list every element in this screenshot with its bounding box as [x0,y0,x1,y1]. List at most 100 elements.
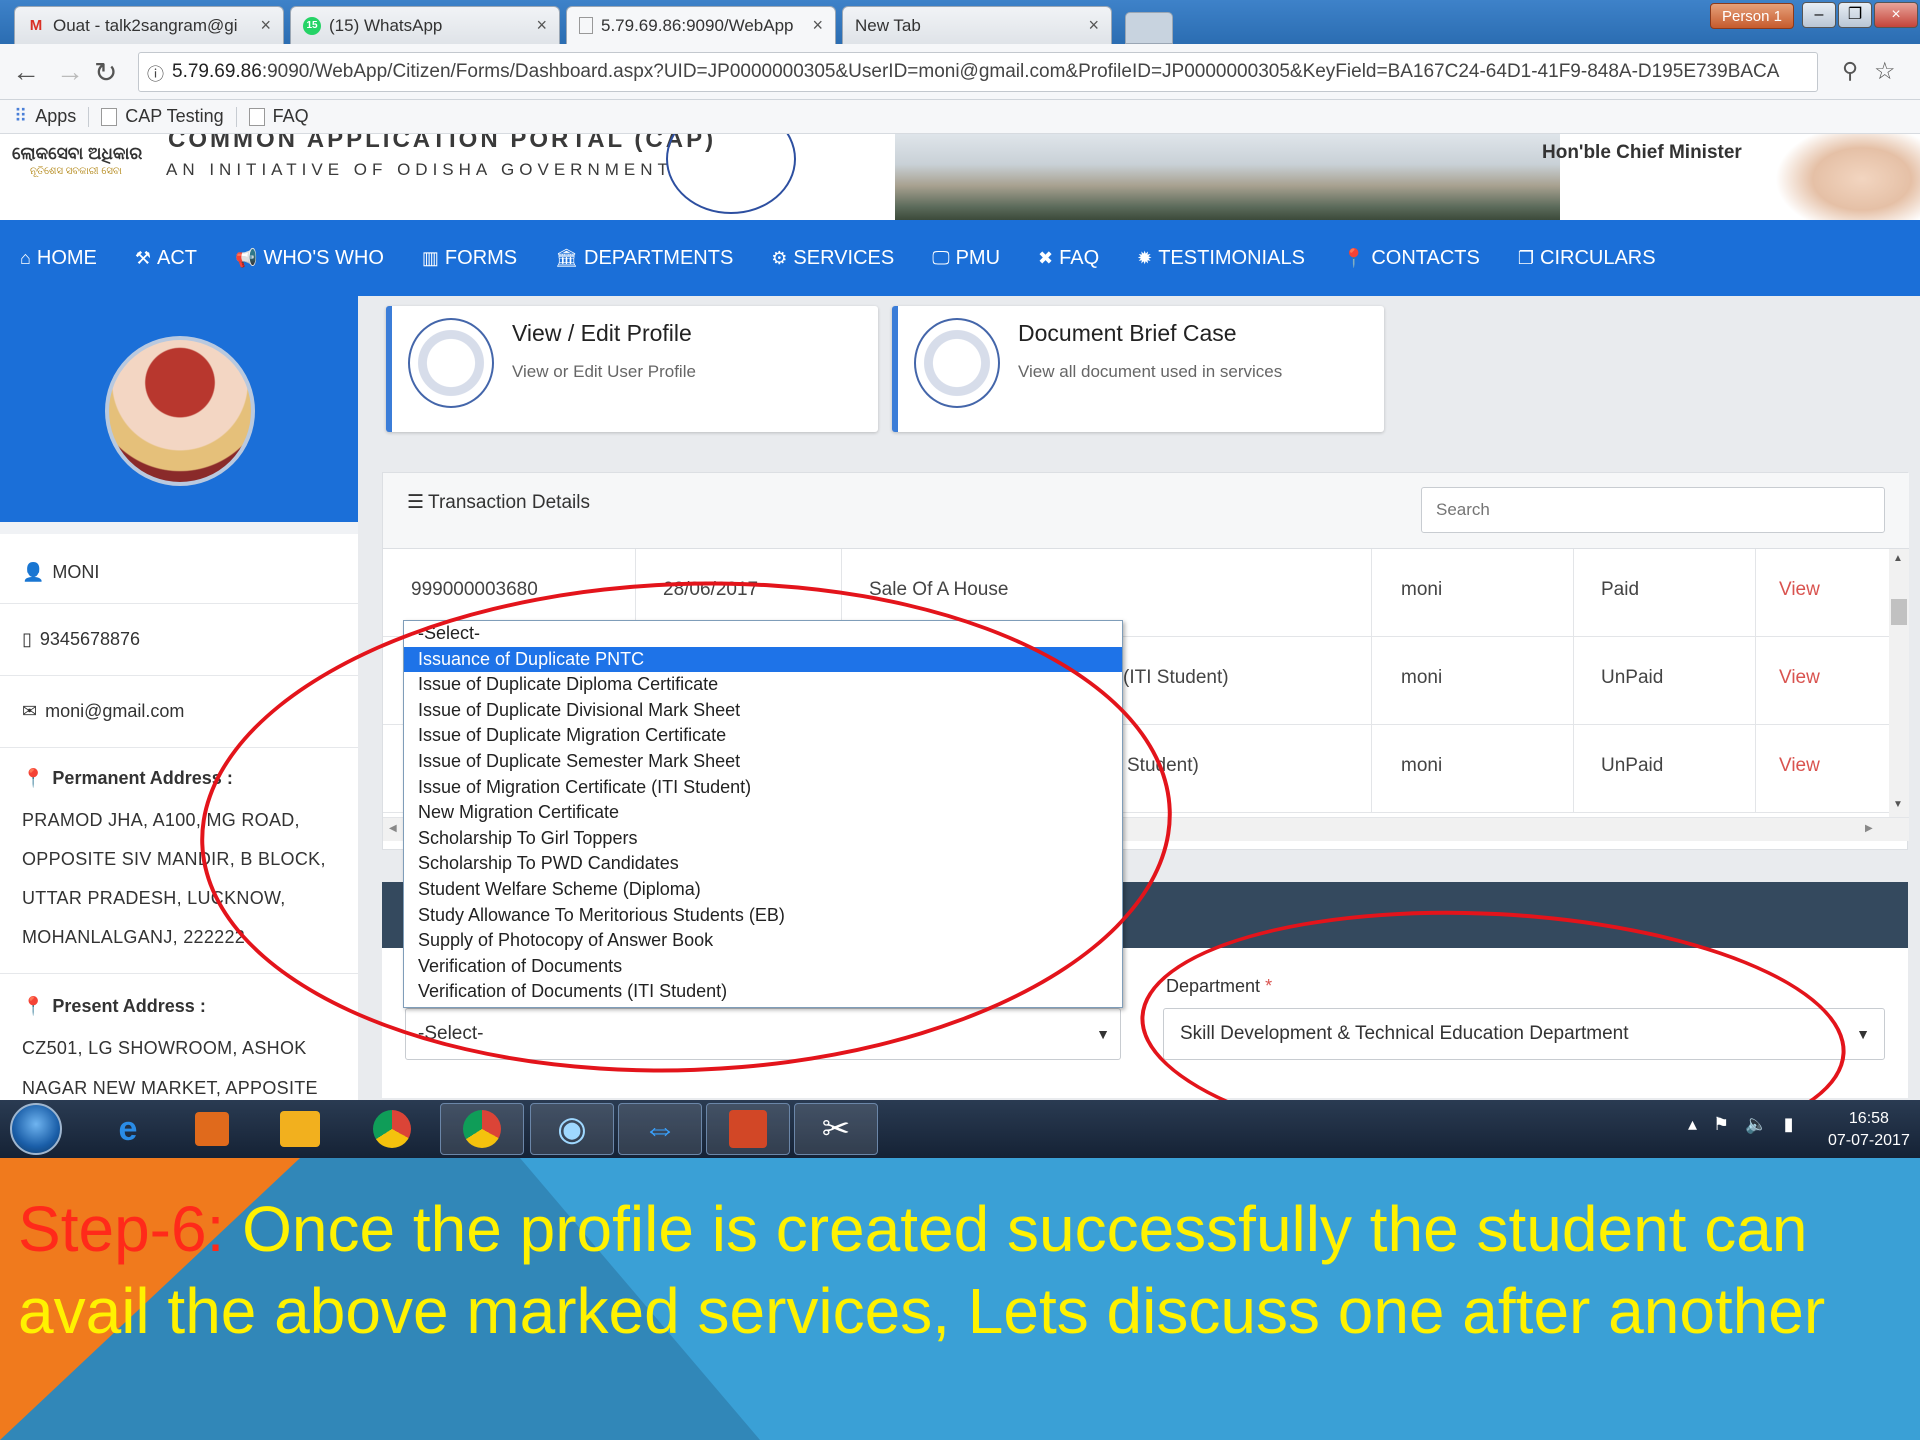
back-icon[interactable]: ← [12,56,40,88]
divider [235,106,237,127]
close-icon[interactable]: × [1088,15,1099,36]
battery-icon[interactable]: ▮ [1784,1114,1794,1135]
home-icon: ⌂ [20,247,31,268]
nav-circulars[interactable]: ❐ CIRCULARS [1518,247,1656,270]
dropdown-option[interactable]: New Migration Certificate [404,800,1122,826]
info-icon[interactable]: ⓘ [147,60,164,85]
caret-down-icon: ▼ [1856,1026,1870,1042]
media-player-icon[interactable] [170,1103,254,1155]
tab-gmail[interactable]: M Ouat - talk2sangram@gi × [14,6,284,44]
nav-departments[interactable]: 🏛 DEPARTMENTS [555,247,733,270]
odia-logo-text: ଲୋକସେବା ଅଧିକାର [12,144,143,163]
dropdown-option[interactable]: Issue of Duplicate Migration Certificate [404,723,1122,749]
dropdown-option[interactable]: Issue of Duplicate Diploma Certificate [404,672,1122,698]
close-window-icon[interactable]: × [1874,2,1918,28]
scroll-down-icon[interactable]: ▼ [1893,799,1903,810]
dropdown-option[interactable]: Issue of Duplicate Divisional Mark Sheet [404,698,1122,724]
url-field[interactable]: ⓘ 5.79.69.86:9090/WebApp/Citizen/Forms/D… [138,52,1818,92]
tools-icon: ✖ [1038,247,1054,268]
user-icon: 👤 [22,562,45,582]
star-icon[interactable]: ☆ [1874,57,1896,86]
scroll-left-icon[interactable]: ◀ [389,823,397,834]
dropdown-option[interactable]: Student Welfare Scheme (Diploma) [404,877,1122,903]
profile-button[interactable]: Person 1 [1710,3,1794,29]
extension-icon[interactable]: ⚲ [1842,58,1858,84]
bookmark-cap-testing[interactable]: CAP Testing [101,106,224,127]
forward-icon[interactable]: → [56,56,84,88]
service-select[interactable]: -Select- ▼ [405,1008,1121,1060]
minimize-icon[interactable]: – [1802,2,1836,28]
cogs-icon: ⚙ [771,247,788,268]
reload-icon[interactable]: ↻ [94,56,117,89]
tab-webapp[interactable]: 5.79.69.86:9090/WebApp × [566,6,836,44]
card-title: View / Edit Profile [512,320,692,346]
scroll-thumb[interactable] [1891,599,1907,625]
flag-icon[interactable]: ⚑ [1713,1114,1729,1135]
dropdown-option[interactable]: Issuance of Duplicate PNTC [404,646,1122,673]
view-link[interactable]: View [1779,579,1820,601]
show-hidden-icons-icon[interactable]: ▴ [1688,1114,1697,1135]
close-icon[interactable]: × [536,15,547,36]
chrome-icon[interactable] [350,1103,434,1155]
bookmark-apps[interactable]: ⠿ Apps [14,106,76,127]
outlook-icon[interactable] [258,1103,342,1155]
dropdown-option[interactable]: -Select- [404,621,1122,647]
card-title: Document Brief Case [1018,320,1237,346]
close-icon[interactable]: × [812,15,823,36]
tab-newtab[interactable]: New Tab × [842,6,1112,44]
bookmarks-bar: ⠿ Apps CAP Testing FAQ [0,100,1920,134]
nav-services[interactable]: ⚙ SERVICES [771,247,894,270]
teamviewer-icon[interactable]: ⇔ [618,1103,702,1155]
view-link[interactable]: View [1779,755,1820,777]
view-edit-profile-card[interactable]: View / Edit Profile View or Edit User Pr… [386,306,878,432]
nav-act[interactable]: ⚒ ACT [135,247,197,270]
view-link[interactable]: View [1779,667,1820,689]
system-clock[interactable]: 16:58 07-07-2017 [1828,1108,1910,1152]
dropdown-option[interactable]: Supply of Photocopy of Answer Book [404,928,1122,954]
tab-title: New Tab [855,15,921,35]
department-select[interactable]: Skill Development & Technical Education … [1163,1008,1885,1060]
new-tab-button[interactable] [1125,12,1173,44]
volume-icon[interactable]: 🔈 [1745,1114,1767,1135]
document-brief-case-card[interactable]: Document Brief Case View all document us… [892,306,1384,432]
envelope-icon: ✉ [22,701,38,721]
wifi-app-icon[interactable]: ◉ [530,1103,614,1155]
transaction-title: ☰ Transaction Details [407,491,590,514]
dropdown-option[interactable]: Issue of Migration Certificate (ITI Stud… [404,775,1122,801]
tab-whatsapp[interactable]: 15 (15) WhatsApp × [290,6,560,44]
whatsapp-icon: 15 [303,16,321,35]
map-marker-icon: 📍 [22,768,45,788]
chrome-window-icon[interactable] [440,1103,524,1155]
address-line: NAGAR NEW MARKET, APPOSITE [22,1078,318,1098]
bullhorn-icon: 📢 [235,247,258,268]
nav-testimonials[interactable]: ✹ TESTIMONIALS [1137,247,1305,270]
dropdown-option[interactable]: Verification of Documents [404,954,1122,980]
nav-forms[interactable]: ▥ FORMS [422,247,517,270]
restore-icon[interactable]: ❐ [1838,2,1872,28]
dropdown-option[interactable]: Issue of Duplicate Semester Mark Sheet [404,749,1122,775]
chief-minister-label: Hon'ble Chief Minister [1542,142,1742,163]
start-button[interactable] [10,1103,62,1155]
nav-contacts[interactable]: 📍 CONTACTS [1343,247,1480,270]
search-input[interactable] [1421,487,1885,533]
dropdown-option[interactable]: Scholarship To PWD Candidates [404,851,1122,877]
profile-phone-row: ▯ 9345678876 [0,604,358,676]
dropdown-option[interactable]: Scholarship To Girl Toppers [404,826,1122,852]
internet-explorer-icon[interactable]: e [86,1103,170,1155]
vertical-scrollbar[interactable]: ▲ ▼ [1889,549,1909,817]
nav-faq[interactable]: ✖ FAQ [1038,247,1099,270]
divider [0,522,358,534]
close-icon[interactable]: × [260,15,271,36]
dropdown-option[interactable]: Verification of Documents (ITI Student) [404,979,1122,1005]
nav-whos-who[interactable]: 📢 WHO'S WHO [235,247,384,270]
bookmark-faq[interactable]: FAQ [248,106,309,127]
page-icon [248,107,265,126]
snipping-tool-icon[interactable]: ✂ [794,1103,878,1155]
powerpoint-icon[interactable] [706,1103,790,1155]
nav-pmu[interactable]: 🖵 PMU [932,247,1000,270]
dropdown-option[interactable]: Study Allowance To Meritorious Students … [404,903,1122,929]
scroll-up-icon[interactable]: ▲ [1893,553,1903,564]
tab-title: Ouat - talk2sangram@gi [53,15,238,35]
scroll-right-icon[interactable]: ▶ [1865,823,1873,834]
nav-home[interactable]: ⌂ HOME [20,247,97,270]
